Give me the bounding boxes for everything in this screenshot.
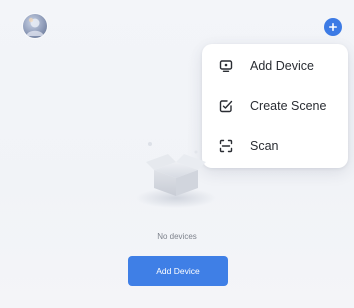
- user-avatar[interactable]: [23, 14, 47, 38]
- menu-item-create-scene[interactable]: Create Scene: [202, 88, 348, 124]
- menu-item-add-device[interactable]: Add Device: [202, 48, 348, 84]
- home-screen: Add Device Create Scene Scan No devices …: [0, 0, 354, 308]
- add-menu-button[interactable]: [324, 18, 342, 36]
- device-screen-icon: [218, 58, 234, 74]
- menu-item-label: Scan: [250, 139, 279, 153]
- empty-box-illustration: [128, 130, 224, 214]
- avatar-icon: [26, 17, 44, 36]
- plus-icon: [329, 23, 337, 31]
- empty-state-message: No devices: [157, 232, 197, 241]
- menu-item-label: Create Scene: [250, 99, 327, 113]
- edit-checkbox-icon: [218, 98, 234, 114]
- add-device-button[interactable]: Add Device: [128, 256, 228, 286]
- menu-item-label: Add Device: [250, 59, 314, 73]
